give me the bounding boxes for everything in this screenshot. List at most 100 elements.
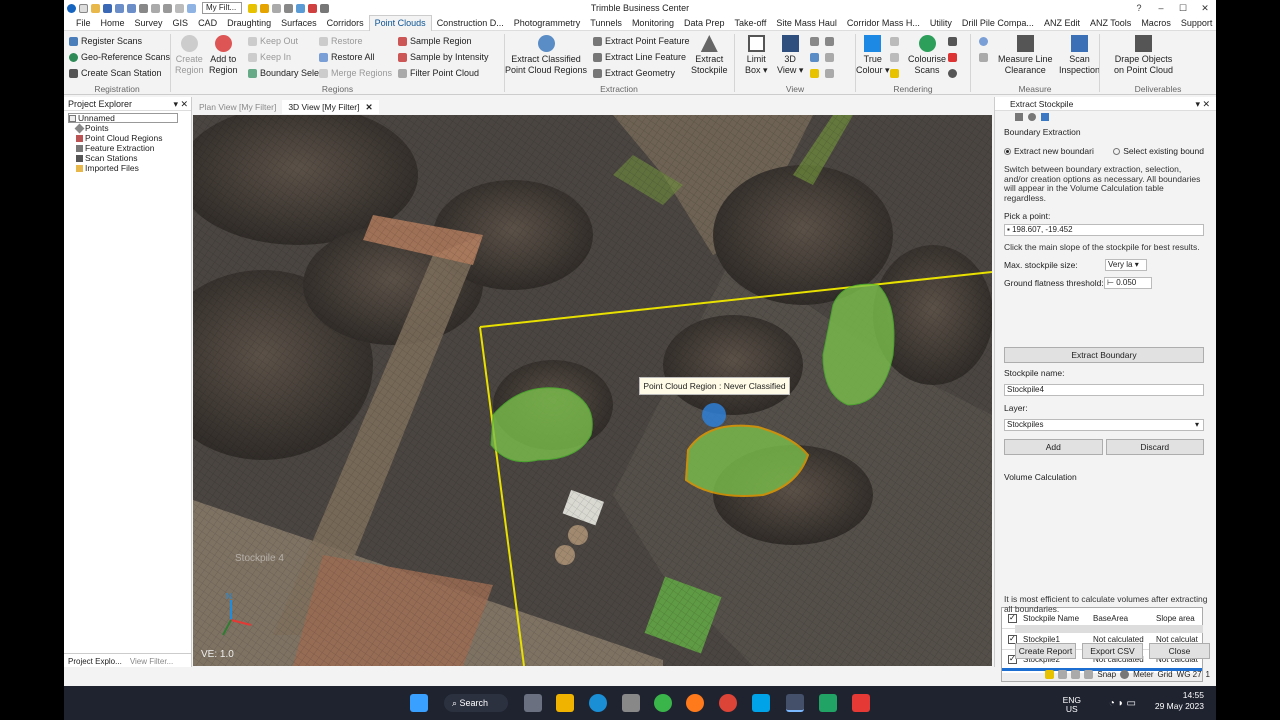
extract-line-feature-button[interactable]: Extract Line Feature [593, 52, 686, 62]
geo-reference-scans-button[interactable]: Geo-Reference Scans [69, 52, 170, 62]
render-option-icon[interactable] [890, 69, 899, 78]
red-app-icon[interactable] [852, 694, 870, 712]
store-icon[interactable] [622, 694, 640, 712]
zoom-icon[interactable] [151, 3, 160, 13]
tab-site-mass-haul[interactable]: Site Mass Haul [771, 16, 842, 31]
status-icon[interactable] [1058, 670, 1068, 679]
max-size-select[interactable]: Very la ▾ [1105, 258, 1147, 271]
measure-option-icon[interactable] [979, 53, 988, 62]
crs-label[interactable]: WG 27 [1177, 670, 1202, 679]
panel-close-icon[interactable]: ▾ ✕ [1195, 97, 1210, 111]
3d-view-button[interactable]: 3D View ▾ [777, 35, 803, 76]
register-scans-button[interactable]: Register Scans [69, 36, 142, 46]
undo-icon[interactable] [115, 3, 124, 13]
view-option-icon[interactable] [810, 69, 819, 78]
save-icon[interactable] [103, 3, 112, 13]
extract-stockpile-button[interactable]: Extract Stockpile [691, 35, 728, 76]
trimble-app-icon[interactable] [786, 694, 804, 712]
tree-root[interactable]: Unnamed [68, 113, 178, 123]
tab-construction-data[interactable]: Construction D... [432, 16, 509, 31]
file-explorer-icon[interactable] [556, 694, 574, 712]
chrome-profile-icon[interactable] [719, 694, 737, 712]
snap-icon[interactable] [308, 3, 317, 13]
layer-select[interactable]: Stockpiles ▾ [1004, 418, 1204, 431]
green-app-icon[interactable] [819, 694, 837, 712]
tab-surfaces[interactable]: Surfaces [276, 16, 322, 31]
pick-point-input[interactable]: ▪ 198.607, -19.452 [1004, 224, 1204, 236]
keep-in-button[interactable]: Keep In [248, 52, 291, 62]
render-option-icon[interactable] [948, 69, 957, 78]
create-region-button[interactable]: Create Region [175, 35, 204, 76]
create-scan-station-button[interactable]: Create Scan Station [69, 68, 162, 78]
3d-viewport[interactable]: N Point Cloud Region : Never Classified … [193, 115, 992, 666]
tab-tunnels[interactable]: Tunnels [585, 16, 627, 31]
snap-label[interactable]: Snap [1097, 670, 1116, 679]
task-view-icon[interactable] [524, 694, 542, 712]
view-filter-select[interactable]: My Filt... [202, 2, 242, 14]
tab-corridors[interactable]: Corridors [322, 16, 369, 31]
extract-point-feature-button[interactable]: Extract Point Feature [593, 36, 690, 46]
gear-icon[interactable] [1028, 113, 1036, 121]
firefox-icon[interactable] [686, 694, 704, 712]
merge-regions-button[interactable]: Merge Regions [319, 68, 392, 78]
radio-extract-new[interactable]: Extract new boundari [1004, 146, 1094, 156]
restore-button[interactable]: Restore [319, 36, 363, 46]
status-icon[interactable] [1045, 670, 1055, 679]
limit-box-button[interactable]: Limit Box ▾ [745, 35, 768, 76]
clock[interactable]: 14:55 29 May 2023 [1155, 690, 1204, 712]
panel-scrollbar[interactable] [1015, 625, 1203, 633]
tab-view-filter[interactable]: View Filter... [126, 654, 177, 667]
status-icon[interactable] [1120, 670, 1130, 679]
wifi-icon[interactable]: ◔ ◗ ▭ [1109, 698, 1136, 709]
tab-home[interactable]: Home [96, 16, 130, 31]
boundary-select-button[interactable]: Boundary Select [248, 68, 326, 78]
link-icon[interactable] [1041, 113, 1049, 121]
view-option-icon[interactable] [825, 37, 834, 46]
view-option-icon[interactable] [810, 53, 819, 62]
render-option-icon[interactable] [948, 37, 957, 46]
panel-controls-icon[interactable]: ▾ ✕ [173, 97, 188, 111]
keep-out-button[interactable]: Keep Out [248, 36, 298, 46]
grid-icon[interactable] [320, 3, 329, 13]
line-icon[interactable] [284, 3, 293, 13]
tab-project-explorer[interactable]: Project Explo... [64, 654, 126, 667]
tab-plan-view[interactable]: Plan View [My Filter] [193, 100, 282, 114]
tab-corridor-mass-haul[interactable]: Corridor Mass H... [842, 16, 925, 31]
tab-anz-tools[interactable]: ANZ Tools [1085, 16, 1136, 31]
sample-region-button[interactable]: Sample Region [398, 36, 472, 46]
tree-item-feature-extraction[interactable]: Feature Extraction [68, 143, 191, 153]
render-option-icon[interactable] [890, 53, 899, 62]
orbit-icon[interactable] [175, 3, 184, 13]
tab-monitoring[interactable]: Monitoring [627, 16, 679, 31]
maximize-icon[interactable]: ☐ [1172, 0, 1194, 16]
tree-item-points[interactable]: Points [68, 123, 191, 133]
restore-all-button[interactable]: Restore All [319, 52, 375, 62]
discard-button[interactable]: Discard [1105, 438, 1204, 455]
redo-icon[interactable] [127, 3, 136, 13]
extract-geometry-button[interactable]: Extract Geometry [593, 68, 675, 78]
tab-take-off[interactable]: Take-off [730, 16, 772, 31]
close-tab-icon[interactable]: ✕ [365, 100, 372, 114]
tab-point-clouds[interactable]: Point Clouds [368, 15, 432, 31]
true-colour-button[interactable]: True Colour ▾ [856, 35, 890, 76]
tree-item-imported-files[interactable]: Imported Files [68, 163, 191, 173]
open-project-icon[interactable] [91, 3, 100, 13]
tab-cad[interactable]: CAD [193, 16, 222, 31]
render-option-icon[interactable] [890, 37, 899, 46]
toolbar-icon[interactable] [1015, 113, 1023, 121]
add-button[interactable]: Add [1004, 438, 1103, 455]
minimize-icon[interactable]: – [1150, 0, 1172, 16]
filter-point-cloud-button[interactable]: Filter Point Cloud [398, 68, 479, 78]
tab-file[interactable]: File [64, 16, 96, 31]
measure-line-clearance-button[interactable]: Measure Line Clearance [998, 35, 1053, 76]
view-option-icon[interactable] [825, 69, 834, 78]
flatness-input[interactable]: ⊢ 0.050 [1104, 276, 1152, 289]
help-icon[interactable]: ? [1128, 0, 1150, 16]
pan-icon[interactable] [163, 3, 172, 13]
render-option-icon[interactable] [948, 53, 957, 62]
status-icon[interactable] [1084, 670, 1094, 679]
app-logo-icon[interactable] [67, 3, 76, 13]
tab-3d-view[interactable]: 3D View [My Filter] ✕ [282, 100, 379, 114]
measure-option-icon[interactable] [979, 37, 988, 46]
close-icon[interactable]: ✕ [1194, 0, 1216, 16]
